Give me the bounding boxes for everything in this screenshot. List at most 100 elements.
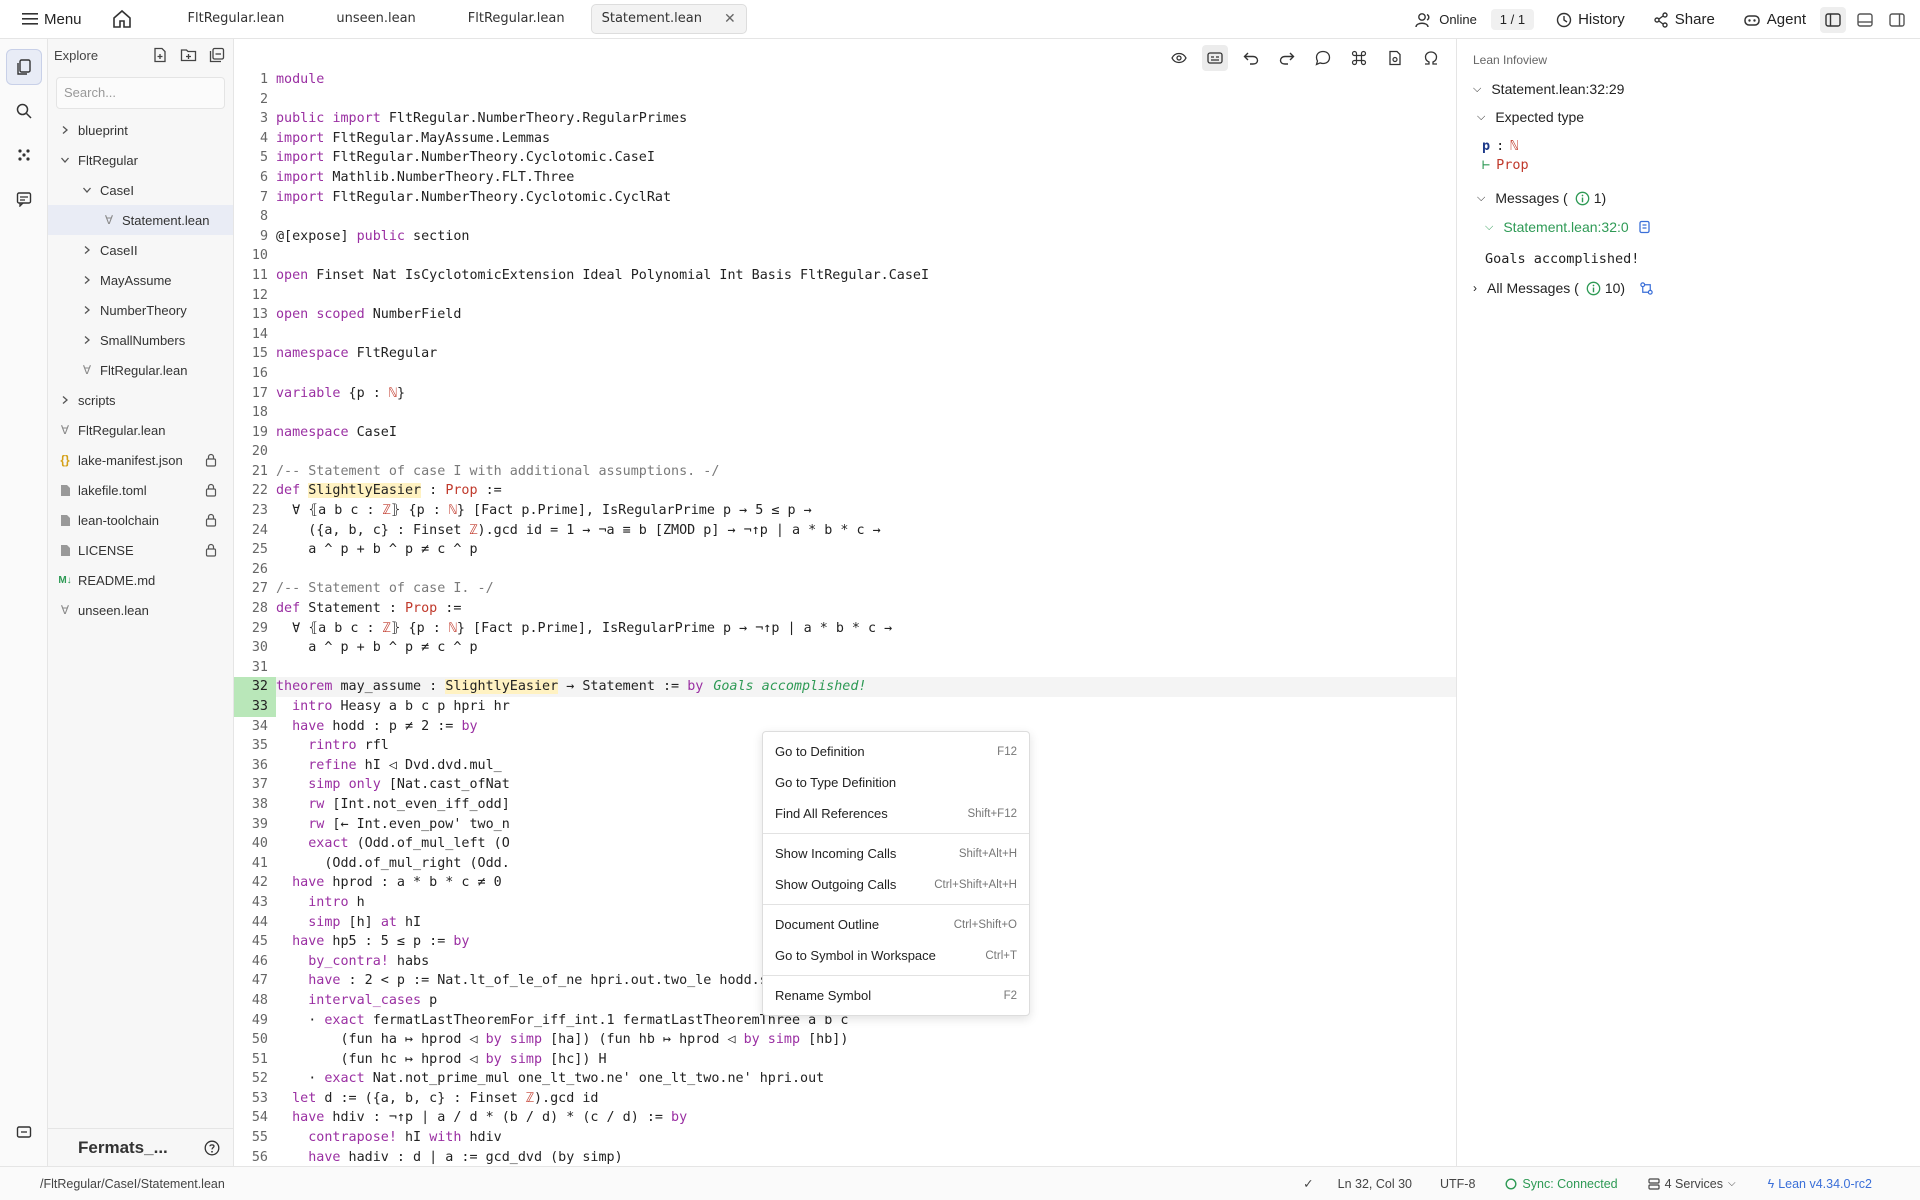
tree-item[interactable]: blueprint — [48, 115, 233, 145]
redo-button[interactable] — [1274, 45, 1300, 71]
close-tab-icon[interactable]: ✕ — [724, 4, 736, 34]
encoding[interactable]: UTF-8 — [1440, 1177, 1475, 1191]
code-line[interactable]: 20 — [234, 442, 1456, 462]
code-line[interactable]: 21 /-- Statement of case I with additiona… — [234, 462, 1456, 482]
toggle-right-panel-button[interactable] — [1884, 7, 1910, 33]
online-indicator[interactable]: Online 1 / 1 — [1415, 9, 1535, 30]
lean-version[interactable]: ϟ Lean v4.34.0-rc2 — [1768, 1177, 1872, 1191]
tree-item[interactable]: LICENSE — [48, 535, 233, 565]
code-line[interactable]: 32 theorem may_assume : SlightlyEasier → … — [234, 677, 1456, 697]
tree-item[interactable]: CaseI — [48, 175, 233, 205]
cursor-position[interactable]: Ln 32, Col 30 — [1338, 1177, 1412, 1191]
code-line[interactable]: 1 module — [234, 70, 1456, 90]
copy-icon[interactable] — [1637, 220, 1651, 235]
tree-item[interactable]: ∀ unseen.lean — [48, 595, 233, 625]
context-menu-item[interactable]: Show Incoming Calls Shift+Alt+H — [763, 838, 1029, 869]
history-button[interactable]: History — [1556, 11, 1625, 28]
code-line[interactable]: 23 ∀ ⦃a b c : ℤ⦄ {p : ℕ} [Fact p.Prime],… — [234, 501, 1456, 521]
unicode-symbols-button[interactable] — [1418, 45, 1444, 71]
code-line[interactable]: 50 (fun ha ↦ hprod ◁ by simp [ha]) (fun … — [234, 1030, 1456, 1050]
tree-item[interactable]: MayAssume — [48, 265, 233, 295]
tab-fltregular-2[interactable]: FltRegular.lean — [442, 4, 591, 34]
share-button[interactable]: Share — [1653, 11, 1715, 28]
sync-status[interactable]: Sync: Connected — [1505, 1177, 1618, 1191]
tree-item[interactable]: CaseII — [48, 235, 233, 265]
home-button[interactable] — [110, 7, 134, 31]
context-menu-item[interactable]: Rename Symbol F2 — [763, 980, 1029, 1011]
comments-button[interactable] — [1310, 45, 1336, 71]
collapse-all-icon[interactable] — [209, 47, 225, 63]
context-menu-item[interactable]: Go to Type Definition — [763, 767, 1029, 798]
feedback-button[interactable] — [6, 1115, 42, 1151]
code-line[interactable]: 16 — [234, 364, 1456, 384]
code-line[interactable]: 24 ({a, b, c} : Finset ℤ).gcd id = 1 → ¬… — [234, 521, 1456, 541]
code-line[interactable]: 10 — [234, 246, 1456, 266]
tab-statement[interactable]: Statement.lean ✕ — [590, 4, 747, 34]
code-line[interactable]: 22 def SlightlyEasier : Prop := — [234, 481, 1456, 501]
help-icon[interactable] — [204, 1140, 220, 1156]
code-line[interactable]: 29 ∀ ⦃a b c : ℤ⦄ {p : ℕ} [Fact p.Prime],… — [234, 619, 1456, 639]
undo-button[interactable] — [1238, 45, 1264, 71]
tree-item[interactable]: lean-toolchain — [48, 505, 233, 535]
code-line[interactable]: 8 — [234, 207, 1456, 227]
chat-view-button[interactable] — [6, 181, 42, 217]
context-menu-item[interactable]: Go to Definition F12 — [763, 736, 1029, 767]
code-line[interactable]: 25 a ^ p + b ^ p ≠ c ^ p — [234, 540, 1456, 560]
export-file-button[interactable] — [1382, 45, 1408, 71]
tree-item[interactable]: FltRegular — [48, 145, 233, 175]
code-line[interactable]: 31 — [234, 658, 1456, 678]
code-line[interactable]: 27 /-- Statement of case I. -/ — [234, 579, 1456, 599]
toggle-bottom-panel-button[interactable] — [1852, 7, 1878, 33]
all-messages-toggle[interactable]: › All Messages ( 10) — [1473, 280, 1654, 296]
context-menu-item[interactable]: Go to Symbol in Workspace Ctrl+T — [763, 940, 1029, 971]
code-line[interactable]: 9 @[expose] public section — [234, 227, 1456, 247]
code-line[interactable]: 5 import FltRegular.NumberTheory.Cyclotom… — [234, 148, 1456, 168]
code-line[interactable]: 55 contrapose! hI with hdiv — [234, 1128, 1456, 1148]
tree-item[interactable]: ∀ Statement.lean — [48, 205, 233, 235]
context-menu-item[interactable]: Document Outline Ctrl+Shift+O — [763, 909, 1029, 940]
explorer-view-button[interactable] — [6, 49, 42, 85]
code-line[interactable]: 53 let d := ({a, b, c} : Finset ℤ).gcd i… — [234, 1089, 1456, 1109]
expected-type-toggle[interactable]: ⌵ Expected type — [1477, 109, 1584, 125]
tree-item[interactable]: lakefile.toml — [48, 475, 233, 505]
context-menu-item[interactable]: Find All References Shift+F12 — [763, 798, 1029, 829]
code-line[interactable]: 14 — [234, 325, 1456, 345]
code-line[interactable]: 33 intro Heasy a b c p hpri hr — [234, 697, 1456, 717]
tree-item[interactable]: NumberTheory — [48, 295, 233, 325]
code-line[interactable]: 28 def Statement : Prop := — [234, 599, 1456, 619]
code-line[interactable]: 56 have hadiv : d ∣ a := gcd_dvd (by sim… — [234, 1148, 1456, 1168]
tab-fltregular-1[interactable]: FltRegular.lean — [162, 4, 311, 34]
new-file-icon[interactable] — [152, 47, 168, 63]
goal-location-toggle[interactable]: ⌵ Statement.lean:32:29 — [1473, 81, 1624, 97]
code-line[interactable]: 54 have hdiv : ¬↑p ∣ a / d * (b / d) * (… — [234, 1108, 1456, 1128]
tree-item[interactable]: SmallNumbers — [48, 325, 233, 355]
code-line[interactable]: 26 — [234, 560, 1456, 580]
code-line[interactable]: 6 import Mathlib.NumberTheory.FLT.Three — [234, 168, 1456, 188]
services-dropdown[interactable]: 4 Services ⌵ — [1648, 1177, 1736, 1191]
git-compare-icon[interactable] — [1639, 281, 1654, 296]
tree-item[interactable]: {} lake-manifest.json — [48, 445, 233, 475]
menu-button[interactable]: Menu — [22, 11, 82, 28]
graph-view-button[interactable] — [6, 137, 42, 173]
tree-item[interactable]: scripts — [48, 385, 233, 415]
new-folder-icon[interactable] — [180, 47, 197, 63]
code-line[interactable]: 11 open Finset Nat IsCyclotomicExtension … — [234, 266, 1456, 286]
project-name[interactable]: Fermats_... — [78, 1138, 168, 1158]
toggle-left-panel-button[interactable] — [1820, 6, 1846, 33]
agent-button[interactable]: Agent — [1743, 11, 1806, 28]
tree-item[interactable]: ∀ FltRegular.lean — [48, 355, 233, 385]
code-line[interactable]: 15 namespace FltRegular — [234, 344, 1456, 364]
code-line[interactable]: 13 open scoped NumberField — [234, 305, 1456, 325]
code-line[interactable]: 7 import FltRegular.NumberTheory.Cyclotom… — [234, 188, 1456, 208]
code-line[interactable]: 52 · exact Nat.not_prime_mul one_lt_two.… — [234, 1069, 1456, 1089]
message-location-toggle[interactable]: ⌵ Statement.lean:32:0 — [1485, 219, 1651, 235]
code-line[interactable]: 4 import FltRegular.MayAssume.Lemmas — [234, 129, 1456, 149]
tab-unseen[interactable]: unseen.lean — [310, 4, 441, 34]
code-line[interactable]: 18 — [234, 403, 1456, 423]
preview-button[interactable] — [1166, 45, 1192, 71]
caption-button[interactable] — [1202, 45, 1228, 71]
code-line[interactable]: 3 public import FltRegular.NumberTheory.R… — [234, 109, 1456, 129]
code-line[interactable]: 2 — [234, 90, 1456, 110]
tree-item[interactable]: ∀ FltRegular.lean — [48, 415, 233, 445]
code-line[interactable]: 19 namespace CaseI — [234, 423, 1456, 443]
